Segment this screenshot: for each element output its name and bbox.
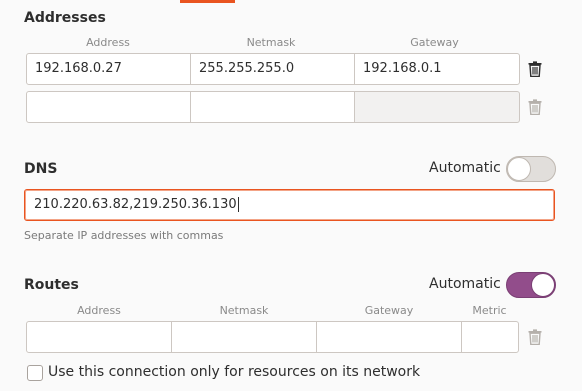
route-gateway-field[interactable] — [316, 321, 462, 353]
address-row — [26, 91, 520, 123]
route-netmask-column-header: Netmask — [219, 304, 269, 317]
gateway-column-header: Gateway — [410, 36, 459, 49]
address-column-header: Address — [86, 36, 130, 49]
restrict-to-network-label[interactable]: Use this connection only for resources o… — [48, 364, 420, 380]
dns-servers-input[interactable]: 210.220.63.82,219.250.36.130 — [24, 189, 555, 221]
toggle-knob — [507, 157, 531, 181]
dns-automatic-label: Automatic — [429, 160, 501, 176]
route-address-column-header: Address — [77, 304, 121, 317]
toggle-knob — [531, 273, 555, 297]
route-row — [26, 321, 519, 353]
netmask-field[interactable]: 255.255.255.0 — [190, 53, 355, 85]
trash-icon — [528, 99, 542, 115]
gateway-field[interactable]: 192.168.0.1 — [354, 53, 520, 85]
text-caret — [237, 197, 239, 212]
netmask-column-header: Netmask — [246, 36, 296, 49]
trash-icon — [528, 329, 542, 345]
address-row: 192.168.0.27 255.255.255.0 192.168.0.1 — [26, 53, 520, 85]
trash-icon — [528, 61, 542, 77]
delete-address-button[interactable] — [523, 57, 547, 81]
restrict-to-network-checkbox[interactable] — [27, 365, 43, 381]
route-metric-column-header: Metric — [472, 304, 507, 317]
routes-automatic-toggle[interactable] — [506, 272, 556, 298]
routes-section-title: Routes — [24, 277, 79, 293]
dns-automatic-toggle[interactable] — [506, 156, 556, 182]
netmask-field[interactable] — [190, 91, 355, 123]
addresses-section-title: Addresses — [24, 10, 106, 26]
gateway-field — [354, 91, 520, 123]
active-tab-indicator — [180, 0, 235, 3]
ipv4-settings-panel: Addresses Address Netmask Gateway 192.16… — [0, 0, 582, 391]
dns-section-title: DNS — [24, 161, 58, 177]
route-gateway-column-header: Gateway — [364, 304, 414, 317]
route-metric-field[interactable] — [461, 321, 519, 353]
route-address-field[interactable] — [26, 321, 172, 353]
route-netmask-field[interactable] — [171, 321, 317, 353]
address-field[interactable] — [26, 91, 191, 123]
dns-servers-value: 210.220.63.82,219.250.36.130 — [34, 197, 237, 212]
delete-address-button — [523, 95, 547, 119]
delete-route-button — [523, 325, 547, 349]
address-field[interactable]: 192.168.0.27 — [26, 53, 191, 85]
routes-automatic-label: Automatic — [429, 276, 501, 292]
dns-hint-text: Separate IP addresses with commas — [24, 229, 224, 242]
